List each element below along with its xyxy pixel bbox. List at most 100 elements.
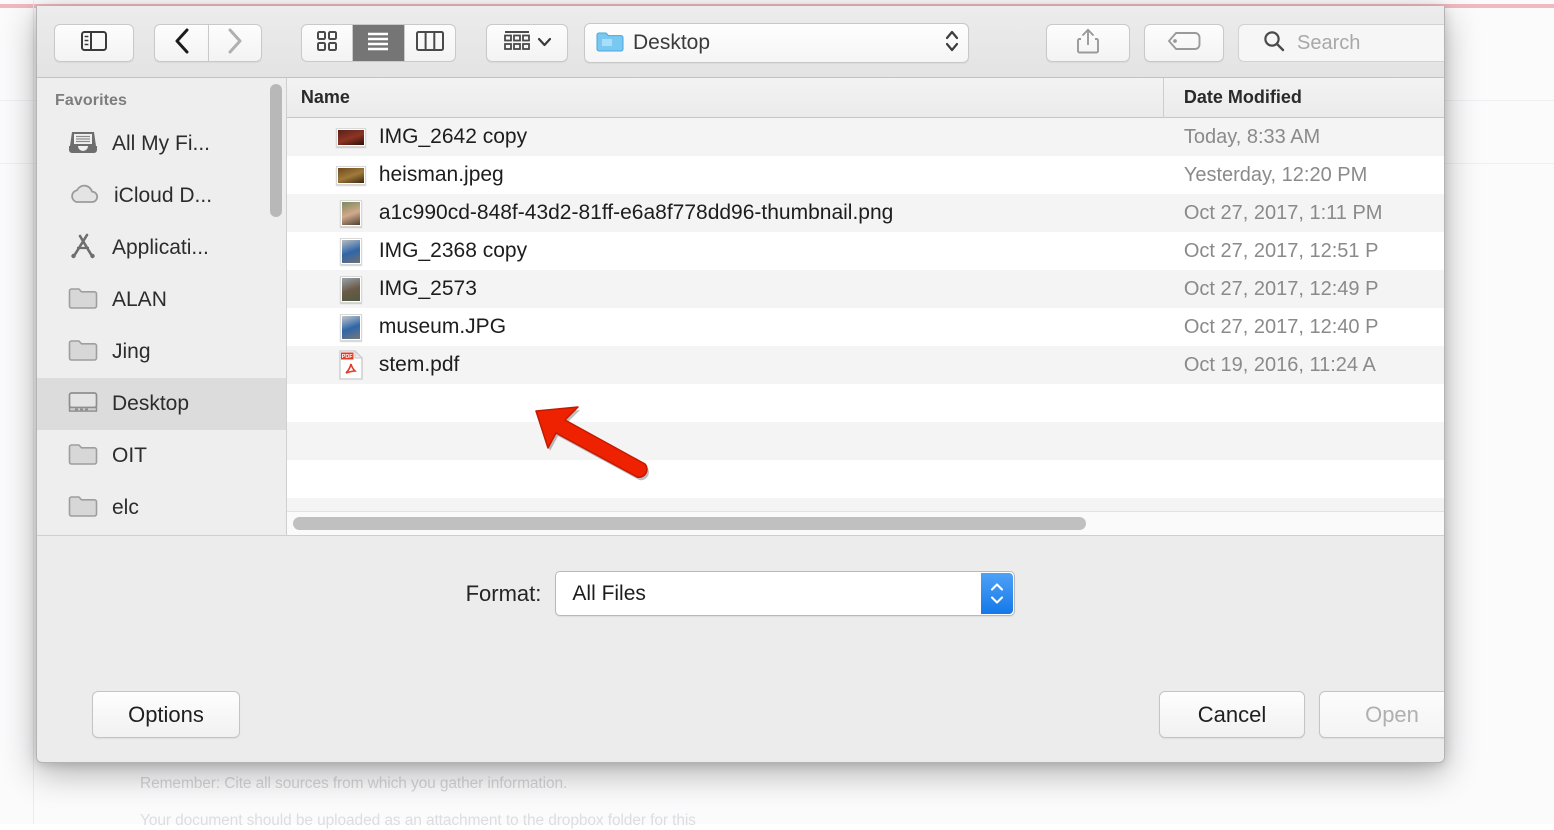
folder-icon [68,494,98,523]
format-select[interactable]: All Files [555,571,1015,616]
dialog-body: Favorites All My Fi... iCloud D... Applica… [37,78,1444,535]
sidebar-item-label: ALAN [112,288,167,312]
arrange-by-button[interactable] [486,24,568,62]
photo-thumbnail [335,314,367,341]
current-folder-label: Desktop [633,31,944,55]
share-icon [1077,28,1099,59]
file-date-modified: Yesterday, 12:20 PM [1184,164,1367,187]
horizontal-scrollbar[interactable] [287,511,1444,535]
file-date-modified: Today, 8:33 AM [1184,126,1320,149]
sidebar-item-oit[interactable]: OIT [37,430,286,482]
open-file-dialog: Desktop [36,6,1445,763]
table-row-empty [287,460,1444,498]
chevron-up-icon [990,583,1004,591]
table-row[interactable]: a1c990cd-848f-43d2-81ff-e6a8f778dd96-thu… [287,194,1444,232]
sidebar-item-applicati[interactable]: Applicati... [37,222,286,274]
column-headers: Name Date Modified [287,78,1444,118]
options-button[interactable]: Options [92,691,240,738]
chevron-down-icon [990,596,1004,604]
view-icon-button[interactable] [302,25,353,61]
sidebar-item-label: iCloud D... [114,184,212,208]
column-header-date-modified[interactable]: Date Modified [1184,87,1302,108]
dialog-footer: Format: All Files Options Cancel Open [37,535,1444,761]
folder-icon [68,286,98,315]
file-name: IMG_2368 copy [379,239,527,263]
list-view-icon [366,31,390,56]
sidebar-item-alan[interactable]: ALAN [37,274,286,326]
format-row: Format: All Files [37,571,1444,616]
tag-icon [1167,31,1201,56]
share-button[interactable] [1046,24,1130,62]
horizontal-scrollbar-thumb[interactable] [293,517,1086,530]
table-row-empty [287,384,1444,422]
table-row[interactable]: museum.JPG Oct 27, 2017, 12:40 P [287,308,1444,346]
search-input[interactable]: Search [1238,24,1445,62]
table-row[interactable]: IMG_2368 copy Oct 27, 2017, 12:51 P [287,232,1444,270]
sidebar-item-elc[interactable]: elc [37,482,286,534]
file-date-modified: Oct 27, 2017, 12:49 P [1184,278,1379,301]
view-list-button[interactable] [353,25,404,61]
photo-thumbnail [335,166,367,185]
file-date-modified: Oct 27, 2017, 12:51 P [1184,240,1379,263]
view-mode-segmented-control[interactable] [301,24,456,62]
folder-icon [68,338,98,367]
photo-thumbnail [335,200,367,227]
file-name: IMG_2573 [379,277,477,301]
sidebar-item-jing[interactable]: Jing [37,326,286,378]
format-label: Format: [466,581,542,607]
sidebar-item-all-my-fi[interactable]: All My Fi... [37,118,286,170]
file-name: a1c990cd-848f-43d2-81ff-e6a8f778dd96-thu… [379,201,894,225]
format-selected-value: All Files [572,582,646,606]
applications-icon [68,232,98,265]
sidebar-item-label: Jing [112,340,151,364]
desktop-icon [68,390,98,419]
table-row[interactable]: PDFstem.pdfOct 19, 2016, 11:24 A [287,346,1444,384]
sidebar: Favorites All My Fi... iCloud D... Applica… [37,78,287,535]
grid-view-icon [316,30,338,57]
column-divider[interactable] [1163,78,1164,118]
forward-button[interactable] [208,24,262,62]
file-name: museum.JPG [379,315,506,339]
cancel-button[interactable]: Cancel [1159,691,1305,738]
tags-button[interactable] [1144,24,1224,62]
file-list: Name Date Modified IMG_2642 copy Today, 8… [287,78,1444,535]
open-button[interactable]: Open [1319,691,1445,738]
sidebar-item-label: All My Fi... [112,132,210,156]
sidebar-item-label: Applicati... [112,236,209,260]
sidebar-icon [81,31,107,56]
table-row[interactable]: IMG_2642 copy Today, 8:33 AM [287,118,1444,156]
chevron-down-icon [537,34,552,52]
table-row[interactable]: IMG_2573 Oct 27, 2017, 12:49 P [287,270,1444,308]
path-popup-button[interactable]: Desktop [584,23,969,63]
file-date-modified: Oct 27, 2017, 1:11 PM [1184,202,1383,225]
search-placeholder: Search [1297,32,1360,55]
sidebar-scrollbar[interactable] [270,84,282,217]
sidebar-section-favorites: Favorites [37,92,286,118]
table-row-empty [287,422,1444,460]
file-date-modified: Oct 27, 2017, 12:40 P [1184,316,1379,339]
photo-thumbnail [335,276,367,303]
sidebar-item-desktop[interactable]: Desktop [37,378,286,430]
file-name: IMG_2642 copy [379,125,527,149]
back-button[interactable] [154,24,208,62]
folder-icon [596,30,624,57]
sidebar-item-icloud-d[interactable]: iCloud D... [37,170,286,222]
background-text-line-2: Your document should be uploaded as an a… [140,812,696,830]
background-text-line-1: Remember: Cite all sources from which yo… [140,775,567,793]
format-stepper-arrows[interactable] [981,573,1013,614]
sidebar-item-label: elc [112,496,139,520]
chevron-left-icon [174,28,190,59]
chevron-right-icon [227,28,243,59]
view-column-button[interactable] [405,25,455,61]
dialog-toolbar: Desktop [37,6,1444,78]
arrange-icon [503,30,531,57]
sidebar-toggle-button[interactable] [54,24,134,62]
column-header-name[interactable]: Name [287,87,350,108]
column-view-icon [416,31,444,56]
search-icon [1263,30,1285,57]
table-row[interactable]: heisman.jpegYesterday, 12:20 PM [287,156,1444,194]
folder-icon [68,442,98,471]
photo-thumbnail [335,238,367,265]
file-date-modified: Oct 19, 2016, 11:24 A [1184,354,1376,377]
up-down-arrows-icon [944,28,960,59]
